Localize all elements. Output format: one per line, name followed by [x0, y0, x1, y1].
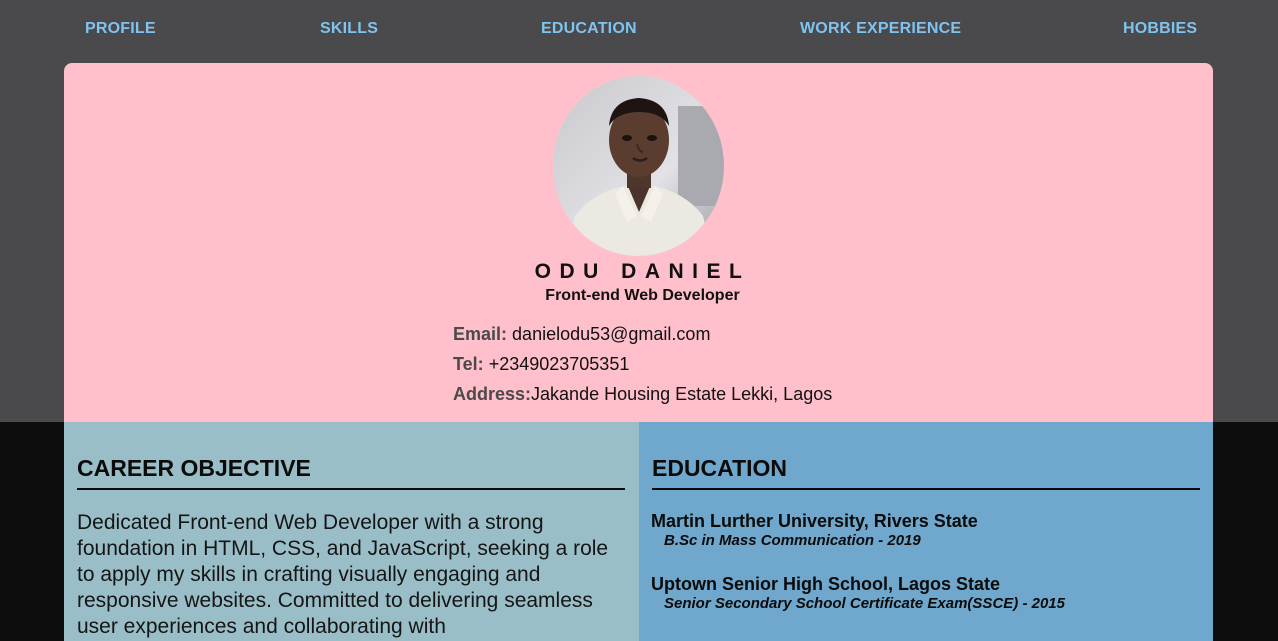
education-title: EDUCATION: [652, 455, 1200, 490]
nav-link-hobbies[interactable]: HOBBIES: [1123, 20, 1197, 38]
avatar: [553, 76, 724, 256]
nav-link-profile[interactable]: PROFILE: [85, 20, 156, 38]
education-item: Martin Lurther University, Rivers State …: [651, 511, 1199, 551]
education-detail: B.Sc in Mass Communication - 2019: [664, 532, 921, 549]
education-school: Martin Lurther University, Rivers State: [651, 511, 978, 531]
email-value: danielodu53@gmail.com: [512, 324, 711, 344]
nav-link-work-experience[interactable]: WORK EXPERIENCE: [800, 20, 961, 38]
avatar-photo: [553, 76, 724, 256]
email-label: Email:: [453, 324, 508, 344]
tel-label: Tel:: [453, 354, 484, 374]
education-school: Uptown Senior High School, Lagos State: [651, 574, 1001, 594]
education-section: EDUCATION Martin Lurther University, Riv…: [639, 422, 1213, 641]
profile-name: ODU DANIEL: [534, 260, 751, 283]
nav-link-skills[interactable]: SKILLS: [320, 20, 378, 38]
career-objective-title: CAREER OBJECTIVE: [77, 455, 625, 490]
education-detail: Senior Secondary School Certificate Exam…: [664, 595, 1065, 612]
education-item: Uptown Senior High School, Lagos State S…: [651, 574, 1199, 614]
profile-role: Front-end Web Developer: [545, 287, 740, 304]
contact-tel: Tel: +2349023705351: [453, 354, 629, 375]
career-objective-section: CAREER OBJECTIVE Dedicated Front-end Web…: [64, 422, 639, 641]
address-value: Jakande Housing Estate Lekki, Lagos: [531, 384, 833, 404]
career-objective-text: Dedicated Front-end Web Developer with a…: [77, 511, 609, 638]
main-nav: PROFILE SKILLS EDUCATION WORK EXPERIENCE…: [0, 0, 1278, 58]
tel-value: +2349023705351: [488, 354, 630, 374]
profile-card: ODU DANIEL Front-end Web Developer Email…: [64, 63, 1213, 422]
nav-link-education[interactable]: EDUCATION: [541, 20, 637, 38]
contact-address: Address:Jakande Housing Estate Lekki, La…: [453, 384, 832, 405]
address-label: Address:: [453, 384, 532, 404]
contact-email: Email: danielodu53@gmail.com: [453, 324, 710, 345]
